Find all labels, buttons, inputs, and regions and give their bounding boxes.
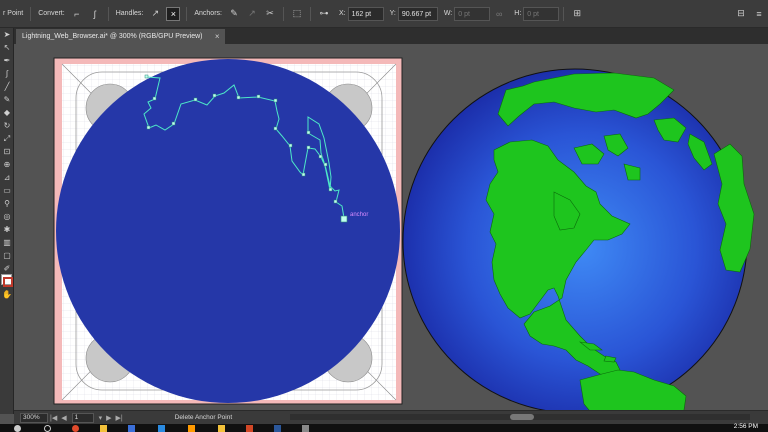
rotate-tool-icon[interactable]: ↻ — [0, 119, 14, 132]
control-bar: r Point Convert: ⌐ ʃ Handles: ↗ × Anchor… — [0, 0, 768, 28]
panel-menu-icon[interactable]: ≡ — [752, 7, 766, 21]
folder-icon[interactable] — [100, 425, 107, 432]
arrange-icon[interactable]: ⊟ — [734, 7, 748, 21]
free-transform-tool-icon[interactable]: ⊡ — [0, 145, 14, 158]
word-icon[interactable] — [274, 425, 281, 432]
transform-icon[interactable]: ⊞ — [570, 7, 584, 21]
globe[interactable] — [402, 68, 755, 410]
status-text: Delete Anchor Point — [174, 414, 233, 421]
document-tab-bar: Lightning_Web_Browser.ai* @ 300% (RGB/GP… — [14, 28, 768, 44]
isolate-icon[interactable]: ⬚ — [290, 7, 304, 21]
perspective-grid-tool-icon[interactable]: ⊿ — [0, 171, 14, 184]
divider — [309, 6, 311, 21]
chrome-icon[interactable] — [72, 425, 79, 432]
status-bar: 300% |◀ ◀ 1 ▾ ▶ ▶| Delete Anchor Point — [14, 410, 768, 424]
eyedropper-tool-icon[interactable]: ⚲ — [0, 197, 14, 210]
handles-label: Handles: — [115, 10, 144, 17]
hand-tool-icon[interactable]: ✋ — [0, 288, 14, 301]
horizontal-scrollbar[interactable] — [290, 414, 750, 420]
curvature-tool-icon[interactable]: ∫ — [0, 67, 14, 80]
anchor-tooltip: anchor — [350, 212, 369, 218]
artboard-dropdown-icon[interactable]: ▾ — [99, 414, 103, 422]
w-label: W: — [443, 10, 453, 17]
divider — [107, 6, 109, 21]
direct-selection-tool-icon[interactable]: ↖ — [0, 41, 14, 54]
anchors-label: Anchors: — [194, 10, 222, 17]
cut-path-icon[interactable]: ✂ — [263, 7, 277, 21]
ocean-circle[interactable] — [56, 59, 400, 403]
document-tab[interactable]: Lightning_Web_Browser.ai* @ 300% (RGB/GP… — [16, 29, 225, 44]
store-icon[interactable] — [158, 425, 165, 432]
x-label: X: — [338, 10, 346, 17]
last-artboard-icon[interactable]: ▶| — [116, 414, 123, 422]
shape-builder-tool-icon[interactable]: ⊕ — [0, 158, 14, 171]
h-field[interactable]: 0 pt — [523, 6, 560, 21]
convert-corner-icon[interactable]: ⌐ — [70, 7, 84, 21]
pen-tool-icon[interactable]: ✒ — [0, 54, 14, 67]
stroke-swatch[interactable] — [3, 277, 13, 287]
tool-name-label: r Point — [3, 10, 24, 17]
selected-anchor-point[interactable] — [340, 215, 348, 223]
convert-smooth-icon[interactable]: ʃ — [88, 7, 102, 21]
divider — [186, 6, 188, 21]
artboard-tool-icon[interactable]: ▢ — [0, 249, 14, 262]
divider — [563, 6, 565, 21]
scale-tool-icon[interactable]: ⤢ — [0, 132, 14, 145]
x-field[interactable]: 162 pt — [347, 6, 384, 21]
divider — [30, 6, 32, 21]
remove-anchor-icon[interactable]: ✎ — [227, 7, 241, 21]
first-artboard-icon[interactable]: |◀ — [50, 414, 57, 422]
document-tab-title: Lightning_Web_Browser.ai* @ 300% (RGB/GP… — [22, 33, 203, 40]
taskbar-app-icon[interactable] — [302, 425, 309, 432]
gradient-tool-icon[interactable]: ▭ — [0, 184, 14, 197]
convert-label: Convert: — [38, 10, 65, 17]
previous-artboard-icon[interactable]: ◀ — [61, 414, 66, 422]
tool-panel: ➤ ↖ ✒ ∫ ╱ ✎ ◆ ↻ ⤢ ⊡ ⊕ ⊿ ▭ ⚲ ◎ ✱ ▥ ▢ ✐ ⚲ … — [0, 28, 14, 414]
paintbrush-tool-icon[interactable]: ✎ — [0, 93, 14, 106]
y-label: Y: — [389, 10, 396, 17]
explorer-icon[interactable] — [218, 425, 225, 432]
close-tab-icon[interactable]: × — [215, 29, 220, 44]
symbol-sprayer-tool-icon[interactable]: ✱ — [0, 223, 14, 236]
app-icon[interactable] — [128, 425, 135, 432]
connect-anchor-icon[interactable]: ↗ — [245, 7, 259, 21]
artboard-number-field[interactable]: 1 — [71, 412, 94, 423]
horizontal-scroll-thumb[interactable] — [510, 414, 534, 420]
artwork — [53, 57, 755, 410]
line-tool-icon[interactable]: ╱ — [0, 80, 14, 93]
illustrator-icon[interactable] — [188, 425, 195, 432]
canvas[interactable]: anchor — [14, 44, 768, 410]
blend-tool-icon[interactable]: ◎ — [0, 210, 14, 223]
hide-handles-icon[interactable]: × — [166, 6, 181, 21]
illustrator-window: r Point Convert: ⌐ ʃ Handles: ↗ × Anchor… — [0, 0, 768, 432]
h-label: H: — [514, 10, 522, 17]
powerpoint-icon[interactable] — [246, 425, 253, 432]
w-field[interactable]: 0 pt — [454, 6, 491, 21]
graph-tool-icon[interactable]: ▥ — [0, 236, 14, 249]
link-proportions-icon[interactable]: ∞ — [492, 7, 506, 21]
show-handles-icon[interactable]: ↗ — [148, 7, 162, 21]
zoom-field[interactable]: 300% — [20, 412, 48, 423]
y-field[interactable]: 90.667 pt — [397, 6, 438, 21]
search-icon[interactable] — [44, 425, 51, 432]
align-icon[interactable]: ⊶ — [317, 7, 331, 21]
taskbar: 2:56 PM — [0, 423, 768, 432]
eraser-tool-icon[interactable]: ◆ — [0, 106, 14, 119]
selection-tool-icon[interactable]: ➤ — [0, 28, 14, 41]
divider — [282, 6, 284, 21]
start-icon[interactable] — [14, 425, 21, 432]
taskbar-clock: 2:56 PM — [733, 423, 758, 430]
next-artboard-icon[interactable]: ▶ — [106, 414, 111, 422]
